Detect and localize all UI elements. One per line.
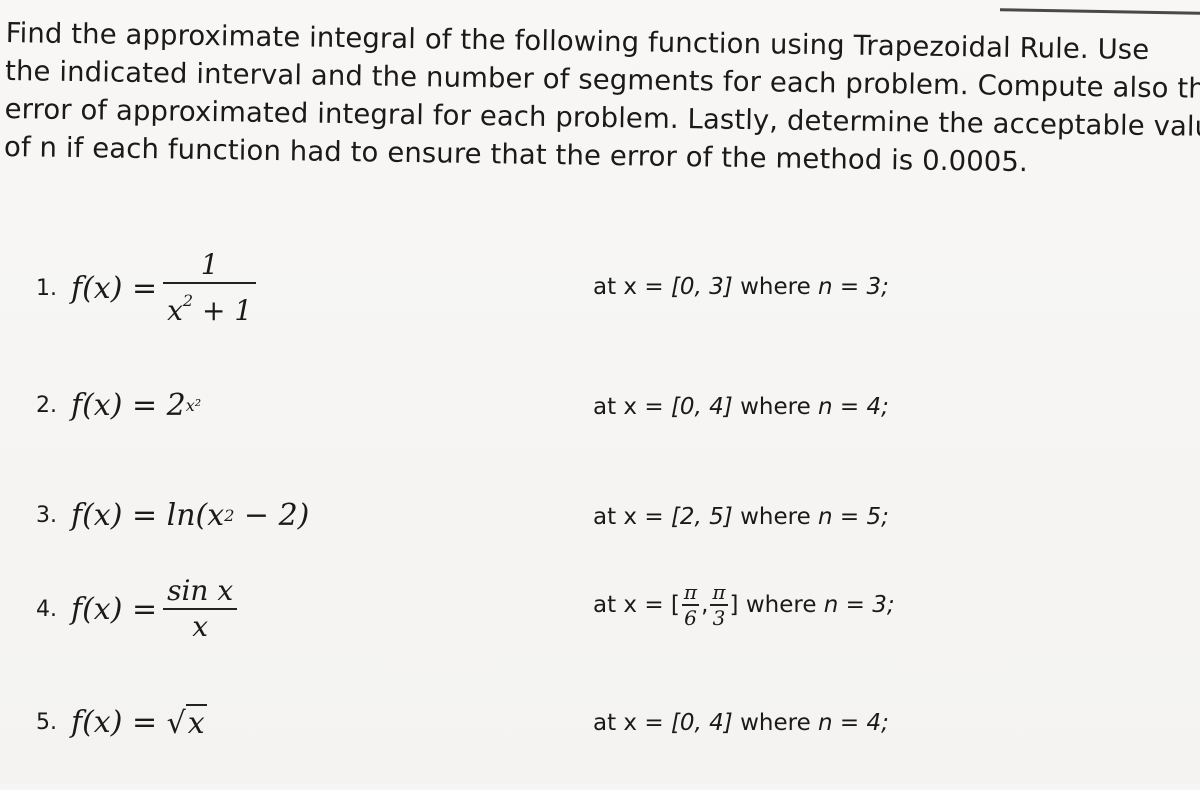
denominator: x2 + 1 — [163, 284, 256, 328]
function-expression: 2. f(x) = 2 x² — [36, 388, 201, 423]
function-lhs: f(x) = — [71, 591, 158, 627]
problem-number: 4. — [36, 596, 57, 622]
function-expression: 3. f(x) = ln(x 2 − 2) — [36, 498, 309, 533]
n-variable: n — [818, 504, 833, 530]
where-text: where — [732, 274, 819, 300]
denominator-base: x — [167, 294, 183, 327]
function-lhs: f(x) = — [71, 705, 167, 740]
upper-denominator: 3 — [712, 605, 726, 630]
upper-bound-fraction: π 3 — [710, 580, 728, 630]
problem-3: 3. f(x) = ln(x 2 − 2) at x = [2, 5] where… — [0, 494, 1200, 584]
n-value: = 3; — [838, 591, 895, 618]
interval-value: [0, 4] — [670, 394, 733, 420]
expr-pre: ln(x — [166, 498, 225, 533]
problem-1: 1. f(x) = 1 x2 + 1 at x = [0, 3] where n… — [0, 248, 1200, 338]
n-value: = 4; — [832, 394, 889, 420]
interval-close: ] — [729, 591, 739, 618]
lower-numerator: π — [683, 580, 698, 604]
n-variable: n — [818, 710, 833, 736]
interval-prefix: at x = — [593, 394, 664, 420]
interval-prefix: at x = — [593, 710, 664, 736]
exponent: 2 — [182, 291, 194, 310]
interval-prefix: at x = [ — [593, 591, 680, 618]
document-page: Find the approximate integral of the fol… — [0, 0, 1200, 784]
where-text: where — [738, 591, 824, 618]
interval-condition: at x = [0, 4] where n = 4; — [593, 394, 889, 420]
exponent: 2 — [224, 506, 235, 525]
lower-denominator: 6 — [684, 605, 697, 630]
n-value: = 3; — [832, 274, 889, 300]
base: 2 — [166, 388, 186, 423]
lower-bound-fraction: π 6 — [681, 580, 700, 630]
problem-number: 1. — [36, 275, 57, 301]
denominator-rest: + 1 — [193, 294, 253, 327]
numerator: 1 — [200, 248, 219, 281]
interval-condition: at x = [0, 4] where n = 4; — [593, 710, 889, 736]
upper-numerator: π — [712, 580, 726, 604]
interval-value: [0, 3] — [670, 274, 733, 300]
comma: , — [701, 591, 709, 618]
problem-2: 2. f(x) = 2 x² at x = [0, 4] where n = 4; — [0, 384, 1200, 474]
function-lhs: f(x) = — [71, 388, 167, 423]
interval-prefix: at x = — [593, 274, 664, 300]
function-expression: 4. f(x) = sin x x — [36, 574, 238, 644]
n-variable: n — [818, 394, 833, 420]
problem-number: 5. — [36, 710, 57, 735]
where-text: where — [732, 504, 819, 530]
n-value: = 5; — [832, 504, 889, 530]
function-lhs: f(x) = — [71, 498, 167, 533]
square-root: √ x — [167, 704, 207, 741]
radicand: x — [185, 704, 207, 741]
function-lhs: f(x) = — [71, 270, 158, 306]
interval-value: [2, 5] — [670, 504, 733, 530]
problem-number: 3. — [36, 503, 57, 528]
numerator: sin x — [167, 574, 234, 607]
page-edge-shadow — [1000, 0, 1200, 15]
fraction: sin x x — [163, 574, 238, 644]
interval-value: [0, 4] — [670, 710, 733, 736]
denominator: x — [192, 610, 209, 643]
n-variable: n — [823, 591, 839, 618]
problem-5: 5. f(x) = √ x at x = [0, 4] where n = 4; — [0, 700, 1200, 790]
fraction: 1 x2 + 1 — [163, 248, 257, 328]
expr-post: − 2) — [234, 498, 310, 533]
interval-condition: at x = [0, 3] where n = 3; — [593, 274, 889, 300]
n-variable: n — [818, 274, 833, 300]
exponent: x² — [185, 396, 202, 415]
instructions-paragraph: Find the approximate integral of the fol… — [4, 14, 1200, 184]
function-expression: 1. f(x) = 1 x2 + 1 — [36, 248, 257, 328]
where-text: where — [732, 710, 819, 736]
n-value: = 4; — [832, 710, 889, 736]
problem-number: 2. — [36, 393, 57, 418]
interval-prefix: at x = — [593, 504, 664, 530]
radical-sign: √ — [166, 706, 186, 741]
interval-condition: at x = [2, 5] where n = 5; — [593, 504, 889, 530]
where-text: where — [732, 394, 819, 420]
problem-4: 4. f(x) = sin x x at x = [ π 6 , π 3 ] w… — [0, 574, 1200, 664]
interval-condition: at x = [ π 6 , π 3 ] where n = 3; — [593, 580, 895, 630]
function-expression: 5. f(x) = √ x — [36, 704, 207, 741]
